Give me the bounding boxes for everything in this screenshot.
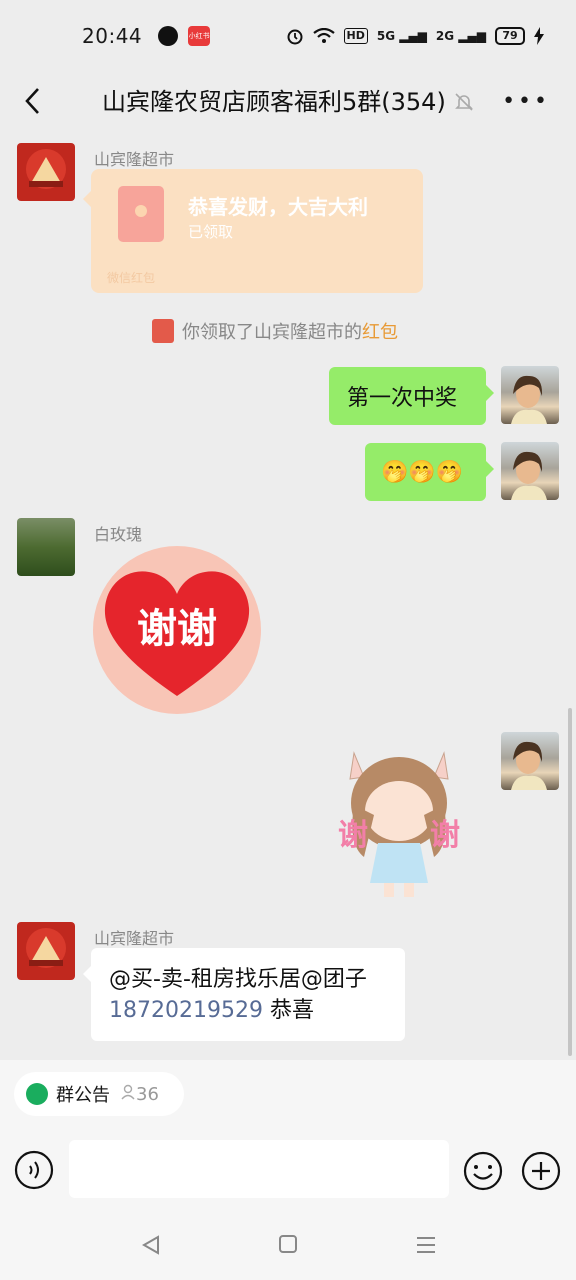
- scrollbar[interactable]: [568, 708, 572, 1056]
- red-packet-footer: 微信红包: [107, 271, 156, 285]
- chat-header: 山宾隆农贸店顾客福利5群(354) •••: [0, 72, 576, 132]
- red-packet-card[interactable]: 恭喜发财，大吉大利 已领取 微信红包: [83, 169, 423, 293]
- nav-home-icon[interactable]: [278, 1234, 298, 1254]
- sticker-text: 谢谢: [137, 606, 217, 652]
- group-notice-label: 群公告: [56, 1085, 110, 1106]
- red-packet-small-icon: [152, 319, 174, 343]
- nav-menu-icon[interactable]: [415, 1234, 437, 1256]
- message-line-2: 18720219529 恭喜: [109, 998, 314, 1023]
- thanks-heart-sticker[interactable]: 谢谢: [93, 546, 261, 714]
- wifi-icon: [312, 28, 335, 43]
- voice-input-icon[interactable]: [14, 1150, 54, 1190]
- charging-icon: [534, 27, 544, 45]
- chat-title: 山宾隆农贸店顾客福利5群(354): [102, 88, 446, 116]
- notification-app-icon: [158, 26, 179, 46]
- system-navigation-bar: [0, 1206, 576, 1280]
- avatar-rose[interactable]: [17, 518, 75, 576]
- status-time: 20:44: [82, 24, 143, 48]
- red-packet-title: 恭喜发财，大吉大利: [188, 195, 368, 219]
- status-indicators: HD 5G ▂▄▆ 2G ▂▄▆ 79: [286, 27, 544, 45]
- group-notice-chip[interactable]: 群公告 36: [14, 1072, 184, 1116]
- message-line-1: @买-卖-租房找乐居@团子: [109, 967, 367, 992]
- shop-message-bubble[interactable]: @买-卖-租房找乐居@团子 18720219529 恭喜: [83, 948, 405, 1041]
- network-2g: 2G ▂▄▆: [435, 29, 486, 43]
- hd-indicator: HD: [343, 28, 368, 44]
- member-count: 36: [120, 1084, 159, 1105]
- person-icon: [121, 1084, 135, 1099]
- red-packet-link[interactable]: 红包: [362, 322, 398, 343]
- avatar-shop[interactable]: [17, 922, 75, 980]
- emoji-icon[interactable]: [462, 1150, 504, 1192]
- more-options-button[interactable]: •••: [502, 91, 550, 113]
- self-message-bubble[interactable]: 第一次中奖: [329, 367, 494, 425]
- sticker-text-left: 谢: [338, 818, 368, 853]
- mute-bell-icon: [455, 93, 473, 111]
- sticker-text-right: 谢: [430, 818, 460, 853]
- phone-number-link[interactable]: 18720219529: [109, 998, 263, 1023]
- self-message-bubble[interactable]: 🤭🤭🤭: [365, 443, 494, 501]
- avatar-self[interactable]: [501, 366, 559, 424]
- avatar-self[interactable]: [501, 732, 559, 790]
- network-5g: 5G ▂▄▆: [376, 29, 427, 43]
- xiaohongshu-icon: 小红书: [188, 26, 211, 46]
- system-message-text: 你领取了山宾隆超市的红包: [182, 322, 398, 343]
- notice-icon: [26, 1083, 48, 1105]
- alarm-icon: [287, 29, 302, 45]
- message-input[interactable]: [69, 1140, 449, 1198]
- avatar-self[interactable]: [501, 442, 559, 500]
- message-text: 第一次中奖: [347, 386, 458, 411]
- back-icon[interactable]: [18, 86, 48, 116]
- red-packet-icon: [118, 186, 164, 242]
- nav-back-icon[interactable]: [140, 1234, 162, 1256]
- avatar-shop[interactable]: [17, 143, 75, 201]
- girl-thanks-sticker[interactable]: 谢 谢: [318, 745, 480, 903]
- battery-icon: 79: [495, 27, 525, 45]
- red-packet-status: 已领取: [188, 223, 234, 241]
- sender-name: 白玫瑰: [94, 525, 143, 544]
- system-message: 你领取了山宾隆超市的红包: [152, 318, 398, 344]
- sender-name: 山宾隆超市: [94, 150, 175, 169]
- message-emoji-text: 🤭🤭🤭: [381, 459, 464, 485]
- sender-name: 山宾隆超市: [94, 929, 175, 948]
- plus-icon[interactable]: [520, 1150, 562, 1192]
- status-bar: 20:44 小红书 HD 5G ▂▄▆ 2G ▂▄▆ 79: [0, 0, 576, 72]
